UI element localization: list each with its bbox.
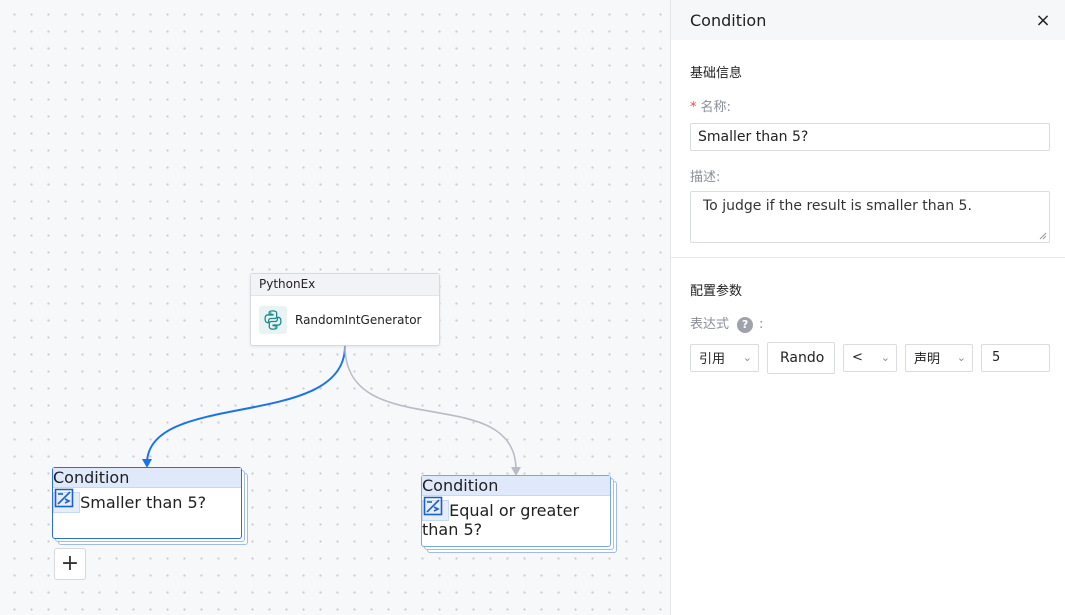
condition-node-greater[interactable]: Condition Equal or greater than 5? <box>421 475 619 555</box>
condition-node-header: Condition <box>422 476 610 496</box>
panel-header: Condition × <box>671 0 1065 40</box>
chevron-down-icon: ⌄ <box>742 351 752 364</box>
config-section: 配置参数 表达式?: 引用 ⌄ Rando < ⌄ 声明 ⌄ 5 <box>671 280 1065 374</box>
operator-select[interactable]: < ⌄ <box>843 343 897 372</box>
expression-row: 引用 ⌄ Rando < ⌄ 声明 ⌄ 5 <box>690 341 1050 374</box>
panel-title: Condition <box>690 10 767 30</box>
left-type-select[interactable]: 引用 ⌄ <box>690 343 759 372</box>
condition-icon <box>422 496 450 521</box>
value-input[interactable]: 5 <box>981 343 1050 372</box>
condition-node-header: Condition <box>53 468 241 488</box>
add-node-button[interactable]: + <box>54 548 86 580</box>
right-type-select[interactable]: 声明 ⌄ <box>905 343 973 372</box>
left-type-value: 引用 <box>699 352 726 367</box>
basic-info-section: 基础信息 * 名称: Smaller than 5? 描述: To judge i… <box>671 62 1065 243</box>
name-label: * 名称: <box>690 96 1050 115</box>
config-title: 配置参数 <box>690 284 743 299</box>
properties-panel: Condition × 基础信息 * 名称: Smaller than 5? 描述… <box>670 0 1065 615</box>
resize-grip-icon[interactable] <box>1039 232 1047 240</box>
desc-label: 描述: <box>690 170 721 185</box>
description-textarea[interactable]: To judge if the result is smaller than 5… <box>690 191 1050 243</box>
name-label-text: 名称: <box>700 100 731 115</box>
python-node-header: PythonEx <box>251 274 439 296</box>
chevron-down-icon: ⌄ <box>956 351 966 364</box>
expression-colon: : <box>759 317 764 332</box>
expression-label-text: 表达式 <box>690 317 730 332</box>
reference-field[interactable]: Rando <box>767 341 835 374</box>
expression-label: 表达式?: <box>690 313 1050 333</box>
operator-value: < <box>852 350 863 365</box>
right-type-value: 声明 <box>914 352 941 367</box>
python-node[interactable]: PythonEx RandomIntGenerator <box>250 273 440 346</box>
python-node-label: RandomIntGenerator <box>295 313 422 327</box>
condition-node-label: Smaller than 5? <box>80 493 207 512</box>
python-icon <box>259 306 287 334</box>
condition-icon <box>53 488 81 513</box>
close-icon[interactable]: × <box>1033 10 1053 31</box>
edge-to-greater <box>344 345 517 471</box>
required-marker: * <box>690 100 697 115</box>
basic-info-title: 基础信息 <box>690 66 743 81</box>
description-text: To judge if the result is smaller than 5… <box>703 198 972 214</box>
condition-node-smaller[interactable]: Condition Smaller than 5? <box>52 467 250 547</box>
edge-to-smaller <box>146 345 346 463</box>
workflow-canvas[interactable]: PythonEx RandomIntGenerator Condition Sm… <box>0 0 670 615</box>
chevron-down-icon: ⌄ <box>880 351 890 364</box>
name-input[interactable]: Smaller than 5? <box>690 123 1050 151</box>
help-icon[interactable]: ? <box>737 316 754 333</box>
section-divider <box>671 257 1065 258</box>
